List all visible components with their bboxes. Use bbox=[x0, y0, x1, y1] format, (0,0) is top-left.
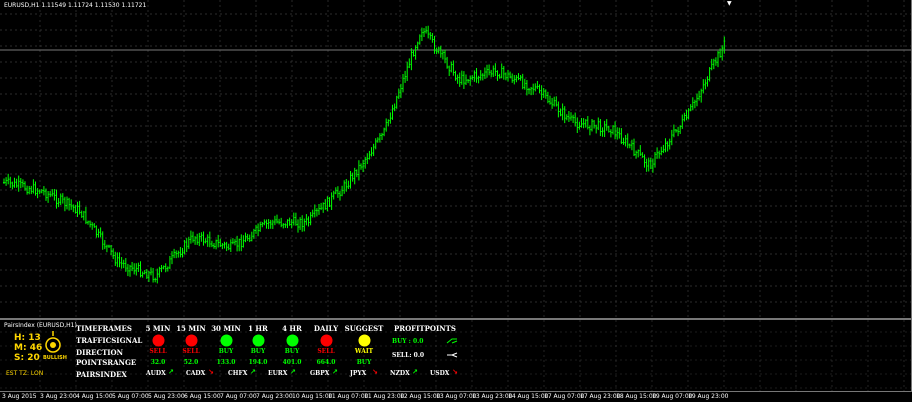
row-label-timeframes: TIMEFRAMES bbox=[76, 324, 132, 333]
pair-index-gbpx: GBPX bbox=[310, 370, 330, 377]
time-axis-tick: 13 Aug 07:00 bbox=[436, 393, 477, 400]
time-axis-tick: 10 Aug 15:00 bbox=[292, 393, 333, 400]
time-axis-tick: 17 Aug 23:00 bbox=[580, 393, 621, 400]
arrow-up-icon: ↗ bbox=[332, 368, 338, 376]
buy-profit: BUY : 0.0 bbox=[392, 338, 424, 345]
direction-value: BUY bbox=[250, 348, 266, 355]
time-axis-tick: 19 Aug 07:00 bbox=[652, 393, 693, 400]
indicator-panel: PairsIndex (EURUSD,H1) H: 13 M: 46 S: 20… bbox=[0, 320, 912, 391]
time-axis-tick: 18 Aug 15:00 bbox=[616, 393, 657, 400]
time-axis-tick: 5 Aug 23:00 bbox=[148, 393, 185, 400]
points-range-value: 52.0 bbox=[183, 359, 199, 366]
direction-value: BUY bbox=[284, 348, 300, 355]
arrow-up-icon: ↗ bbox=[250, 368, 256, 376]
direction-value: SELL bbox=[317, 348, 335, 355]
time-axis-tick: 7 Aug 23:00 bbox=[256, 393, 293, 400]
traffic-signal-dot bbox=[186, 336, 196, 345]
price-chart[interactable]: EURUSD,H1 1.11549 1.11724 1.11530 1.1172… bbox=[0, 0, 912, 318]
chart-shift-marker[interactable]: ▼ bbox=[727, 0, 732, 7]
direction-value: BUY bbox=[218, 348, 234, 355]
time-axis-tick: 4 Aug 15:00 bbox=[76, 393, 113, 400]
time-axis-tick: 13 Aug 23:00 bbox=[472, 393, 513, 400]
traffic-signal-dot bbox=[221, 336, 231, 345]
indicator-title: PairsIndex (EURUSD,H1) bbox=[4, 322, 77, 329]
timeframe-header: DAILY bbox=[313, 324, 339, 333]
row-label-pointsrange: POINTSRANGE bbox=[76, 358, 137, 367]
arrow-down-icon: ↘ bbox=[372, 368, 378, 376]
traffic-signal-dot bbox=[359, 336, 369, 345]
time-axis-tick: 14 Aug 15:00 bbox=[508, 393, 549, 400]
traffic-signal-dot bbox=[321, 336, 331, 345]
points-range-value: 401.0 bbox=[282, 359, 302, 366]
row-label-pairsindex: PAIRSINDEX bbox=[76, 370, 127, 379]
points-range-value: 32.0 bbox=[150, 359, 166, 366]
arrow-up-icon: ↗ bbox=[412, 368, 418, 376]
arrow-up-icon: ↗ bbox=[290, 368, 296, 376]
points-range-value: BUY bbox=[356, 359, 372, 366]
sell-hand-icon bbox=[447, 352, 458, 358]
row-label-trafficsignal: TRAFFICSIGNAL bbox=[76, 336, 143, 345]
minutes-readout: M: 46 bbox=[14, 343, 43, 353]
pair-index-cadx: CADX bbox=[186, 370, 206, 377]
bullish-label: BULLISH bbox=[43, 355, 67, 361]
timeframe-header: 15 MIN bbox=[176, 324, 206, 333]
time-axis-tick: 17 Aug 07:00 bbox=[544, 393, 585, 400]
direction-value: SELL bbox=[149, 348, 167, 355]
arrow-up-icon: ↗ bbox=[168, 368, 174, 376]
pair-index-chfx: CHFX bbox=[228, 370, 248, 377]
sell-profit: SELL: 0.0 bbox=[392, 352, 425, 359]
time-axis: 3 Aug 2015 3 Aug 23:00 4 Aug 15:00 5 Aug 07… bbox=[0, 391, 912, 402]
time-axis-tick: 11 Aug 23:00 bbox=[364, 393, 405, 400]
time-axis-tick: 5 Aug 07:00 bbox=[112, 393, 149, 400]
chart-symbol-header: EURUSD,H1 1.11549 1.11724 1.11530 1.1172… bbox=[4, 2, 147, 9]
arrow-down-icon: ↘ bbox=[208, 368, 214, 376]
pair-index-nzdx: NZDX bbox=[390, 370, 410, 377]
time-axis-tick: 12 Aug 15:00 bbox=[400, 393, 441, 400]
timezone-label: EST TZ: LON bbox=[6, 370, 44, 377]
direction-value: WAIT bbox=[354, 348, 374, 355]
traffic-signal-dot bbox=[287, 336, 297, 345]
time-axis-tick: 11 Aug 07:00 bbox=[328, 393, 369, 400]
time-axis-tick: 7 Aug 07:00 bbox=[220, 393, 257, 400]
buy-hand-icon bbox=[446, 338, 458, 344]
direction-value: SELL bbox=[182, 348, 200, 355]
pair-index-audx: AUDX bbox=[146, 370, 166, 377]
traffic-signal-dot bbox=[253, 336, 263, 345]
points-range-value: 133.0 bbox=[216, 359, 236, 366]
seconds-readout: S: 20 bbox=[14, 353, 40, 363]
traffic-signal-dot bbox=[153, 336, 163, 345]
time-axis-tick: 3 Aug 23:00 bbox=[40, 393, 77, 400]
timeframe-header: SUGGEST bbox=[344, 324, 384, 333]
bullish-icon bbox=[45, 331, 61, 353]
hours-readout: H: 13 bbox=[14, 333, 41, 343]
time-axis-tick: 19 Aug 23:00 bbox=[688, 393, 729, 400]
arrow-down-icon: ↘ bbox=[452, 368, 458, 376]
time-axis-tick: 6 Aug 15:00 bbox=[184, 393, 221, 400]
points-range-value: 664.0 bbox=[316, 359, 336, 366]
price-chart-canvas[interactable] bbox=[0, 0, 912, 318]
pair-index-usdx: USDX bbox=[430, 370, 450, 377]
row-label-direction: DIRECTION bbox=[76, 348, 124, 357]
profit-points-title: PROFITPOINTS bbox=[394, 324, 456, 333]
time-axis-tick: 3 Aug 2015 bbox=[2, 393, 37, 400]
pair-index-eurx: EURX bbox=[268, 370, 288, 377]
pair-index-jpyx: JPYX bbox=[350, 370, 367, 377]
points-range-value: 194.0 bbox=[248, 359, 268, 366]
